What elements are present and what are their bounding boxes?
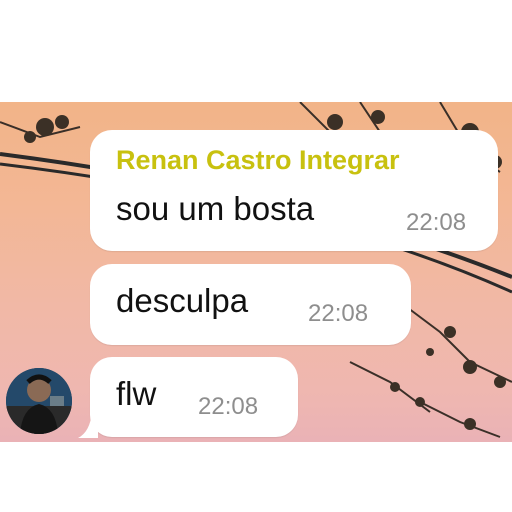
- avatar[interactable]: [6, 368, 72, 434]
- message-text: flw: [116, 375, 157, 412]
- chat-background: Renan Castro Integrar sou um bosta 22:08…: [0, 102, 512, 442]
- message-bubble-3[interactable]: flw 22:08: [90, 357, 298, 437]
- message-bubble-1[interactable]: Renan Castro Integrar sou um bosta 22:08: [90, 130, 498, 251]
- message-text: desculpa: [116, 282, 249, 319]
- avatar-photo-icon: [6, 368, 72, 434]
- message-timestamp: 22:08: [308, 300, 369, 327]
- message-timestamp: 22:08: [198, 393, 259, 420]
- message-bubble-2[interactable]: desculpa 22:08: [90, 264, 411, 345]
- message-text: sou um bosta: [116, 190, 315, 227]
- bubble-tail-icon: [78, 412, 98, 438]
- message-timestamp: 22:08: [406, 209, 467, 236]
- sender-name[interactable]: Renan Castro Integrar: [116, 145, 400, 176]
